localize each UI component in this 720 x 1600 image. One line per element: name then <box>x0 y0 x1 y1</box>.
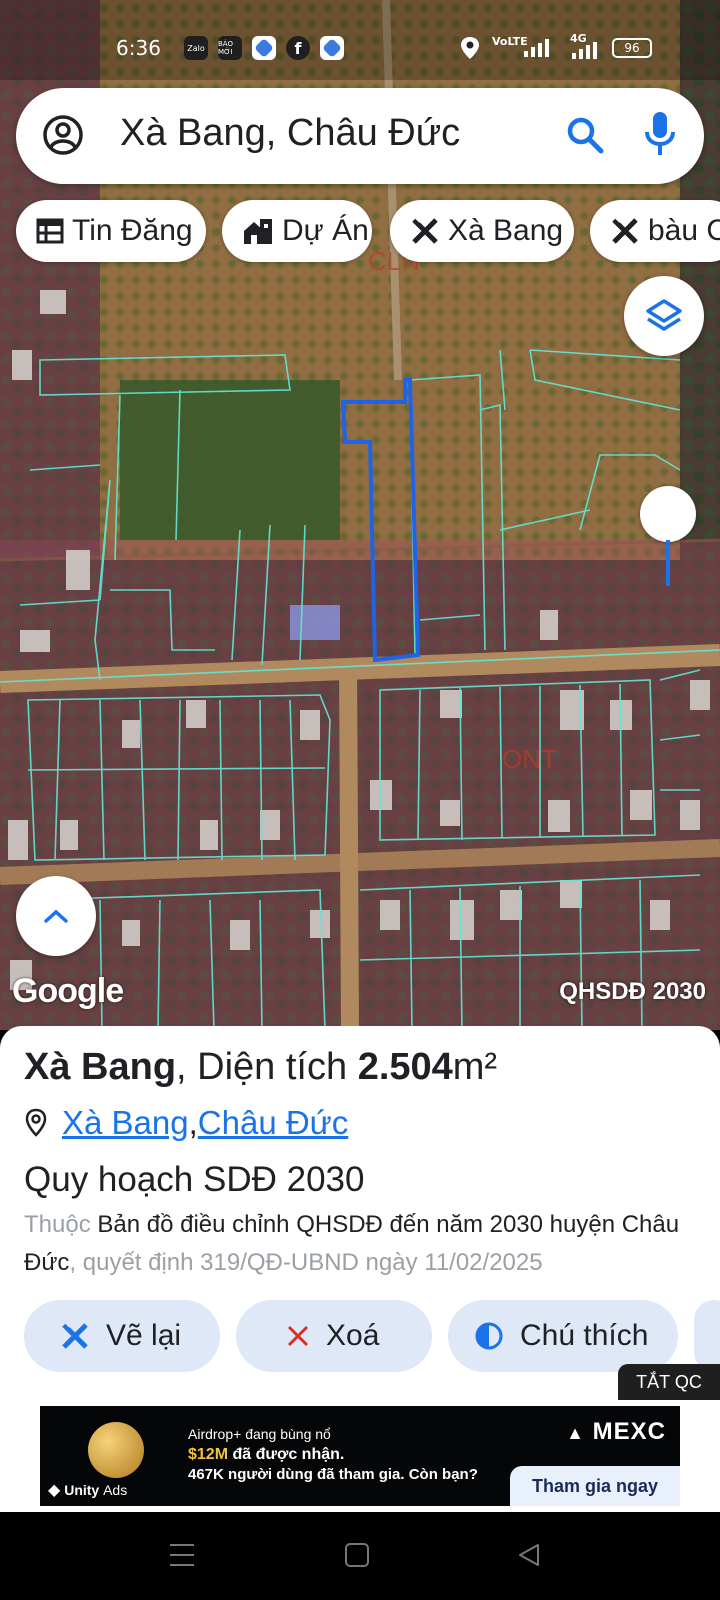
delete-button[interactable]: Xoá <box>236 1300 432 1372</box>
legend-button[interactable]: Chú thích <box>448 1300 678 1372</box>
redraw-button[interactable]: Vẽ lại <box>24 1300 220 1372</box>
google-logo: Google <box>12 972 124 1010</box>
delete-label: Xoá <box>326 1319 380 1352</box>
parcel-title: Xà Bang, Diện tích 2.504m² <box>24 1046 497 1089</box>
status-time: 6:36 <box>116 36 161 60</box>
ruler-pencil-icon <box>612 217 638 244</box>
plan-title: Quy hoạch SDĐ 2030 <box>24 1160 365 1199</box>
close-icon <box>287 1325 309 1347</box>
link-commune[interactable]: Xà Bang <box>62 1104 189 1142</box>
ad-amount: $12M <box>188 1446 229 1463</box>
area-value: 2.504 <box>357 1046 453 1088</box>
chip-xa-bang[interactable]: Xà Bang <box>390 200 574 262</box>
ruler-pencil-icon <box>412 217 438 244</box>
battery-level: 96 <box>624 41 640 55</box>
location-icon <box>461 37 479 59</box>
area-unit: m² <box>452 1046 498 1088</box>
plan-description: Thuộc Bản đồ điều chỉnh QHSDĐ đến năm 20… <box>24 1206 704 1282</box>
chip-label: Tin Đăng <box>72 214 193 247</box>
menu-icon[interactable] <box>168 1542 196 1573</box>
ad-line-1: Airdrop+ đang bùng nổ <box>188 1426 331 1442</box>
unity-ads-badge: ◆ Unity Ads <box>48 1482 128 1499</box>
home-icon[interactable] <box>344 1542 370 1573</box>
chip-du-an[interactable]: Dự Án <box>222 200 372 262</box>
signal-icon-2 <box>572 42 597 59</box>
system-nav-bar <box>0 1512 720 1600</box>
loc-separator: , <box>188 1104 198 1141</box>
title-area-label: , Diện tích <box>176 1046 358 1088</box>
battery-icon: 96 <box>612 38 652 58</box>
ruler-pencil-icon <box>62 1322 88 1349</box>
desc-decision: , quyết định 319/QĐ-UBND ngày 11/02/2025 <box>69 1249 543 1276</box>
opacity-slider-handle[interactable] <box>640 486 696 542</box>
search-bar[interactable]: Xà Bang, Châu Đức <box>16 88 704 184</box>
layers-button[interactable] <box>624 276 704 356</box>
search-input[interactable]: Xà Bang, Châu Đức <box>120 112 460 155</box>
ad-line-3: 467K người dùng đã tham gia. Còn bạn? <box>188 1466 478 1483</box>
location-row: Xà Bang, Châu Đức <box>24 1104 348 1142</box>
signal-icon <box>524 39 549 57</box>
ad-banner[interactable]: Airdrop+ đang bùng nổ $12M đã được nhận.… <box>40 1406 680 1506</box>
mic-icon[interactable] <box>642 110 678 160</box>
redraw-label: Vẽ lại <box>106 1319 182 1352</box>
half-circle-icon <box>475 1322 503 1350</box>
map-view[interactable]: CLN ONT 6:36 Zalo BÁO MỚI f VoLTE 4G 96 … <box>0 0 720 1030</box>
volte-label: VoLTE <box>492 35 528 48</box>
chip-label: bàu C <box>648 214 720 247</box>
layer-name-label: QHSDĐ 2030 <box>559 978 706 1005</box>
chip-label: Xà Bang <box>448 214 564 247</box>
account-icon[interactable] <box>42 114 84 156</box>
status-bar: 6:36 Zalo BÁO MỚI f VoLTE 4G 96 <box>0 28 720 68</box>
house-building-icon <box>244 219 272 244</box>
chevron-up-icon <box>44 909 68 923</box>
search-icon[interactable] <box>564 114 606 156</box>
legend-label: Chú thích <box>520 1319 649 1352</box>
more-button-peek[interactable] <box>694 1300 720 1372</box>
chip-label: Dự Án <box>282 214 369 247</box>
ad-line-2-rest: đã được nhận. <box>228 1446 345 1463</box>
facebook-icon: f <box>286 36 310 60</box>
parcel-commune: Xà Bang <box>24 1046 177 1088</box>
link-district[interactable]: Châu Đức <box>198 1104 348 1142</box>
app-notification-icon-2 <box>320 36 344 60</box>
baomoi-icon: BÁO MỚI <box>218 36 242 60</box>
ad-network-suffix: Ads <box>103 1482 128 1498</box>
expand-sheet-button[interactable] <box>16 876 96 956</box>
coin-image <box>88 1422 144 1478</box>
zone-label-ont: ONT <box>502 744 557 774</box>
back-icon[interactable] <box>516 1542 542 1573</box>
chip-tin-dang[interactable]: Tin Đăng <box>16 200 206 262</box>
opacity-slider-track[interactable] <box>666 540 670 586</box>
layers-icon <box>646 299 682 331</box>
ad-cta-button[interactable]: Tham gia ngay <box>510 1466 680 1506</box>
location-pin-icon <box>25 1108 47 1137</box>
chip-bau-c[interactable]: bàu C <box>590 200 720 262</box>
desc-prefix: Thuộc <box>24 1211 98 1238</box>
calendar-grid-icon <box>36 218 64 244</box>
app-notification-icon <box>252 36 276 60</box>
close-ad-button[interactable]: TẮT QC <box>618 1364 720 1400</box>
ad-line-2: $12M đã được nhận. <box>188 1446 344 1464</box>
ad-network-name: Unity <box>64 1482 100 1498</box>
zalo-icon: Zalo <box>184 36 208 60</box>
ad-brand-name: MEXC <box>592 1418 666 1445</box>
ad-brand-logo: ▲ MEXC <box>566 1418 666 1445</box>
